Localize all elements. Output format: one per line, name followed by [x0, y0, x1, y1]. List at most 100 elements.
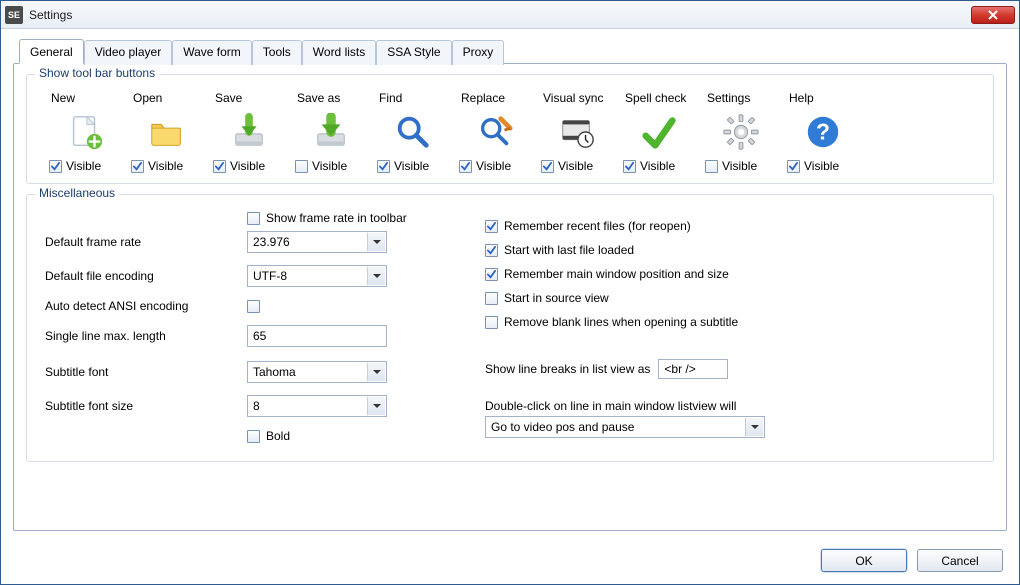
toolbar-label-open: Open [133, 91, 162, 105]
default-encoding-select[interactable]: UTF-8 [247, 265, 387, 287]
chevron-down-icon [367, 233, 385, 251]
auto-detect-ansi-label: Auto detect ANSI encoding [45, 299, 237, 313]
default-encoding-value: UTF-8 [253, 269, 287, 283]
toolbar-visible-check-save[interactable] [213, 160, 226, 173]
double-click-label: Double-click on line in main window list… [485, 399, 975, 413]
misc-right-column: Remember recent files (for reopen) Start… [485, 211, 975, 443]
folder-open-icon [146, 111, 188, 153]
toolbar-label-save: Save [215, 91, 242, 105]
bold-check[interactable] [247, 430, 260, 443]
toolbar-visible-check-settings[interactable] [705, 160, 718, 173]
toolbar-visible-label: Visible [558, 159, 593, 173]
remember-recent-label: Remember recent files (for reopen) [504, 219, 691, 233]
show-frame-rate-label: Show frame rate in toolbar [266, 211, 407, 225]
settings-window: SE Settings General Video player Wave fo… [0, 0, 1020, 585]
line-breaks-input[interactable] [658, 359, 728, 379]
toolbar-label-help: Help [789, 91, 814, 105]
line-breaks-label: Show line breaks in list view as [485, 362, 650, 376]
tab-proxy[interactable]: Proxy [452, 40, 505, 65]
toolbar-label-save-as: Save as [297, 91, 340, 105]
svg-text:?: ? [816, 119, 830, 145]
start-with-last-check[interactable] [485, 244, 498, 257]
misc-group: Miscellaneous Show frame rate in toolbar… [26, 194, 994, 462]
chevron-down-icon [745, 418, 763, 436]
tab-wave-form[interactable]: Wave form [172, 40, 252, 65]
toolbar-item-save-as: Save as Visible [295, 91, 367, 173]
auto-detect-ansi-check[interactable] [247, 300, 260, 313]
dialog-buttons: OK Cancel [1, 539, 1019, 584]
toolbar-visible-label: Visible [394, 159, 429, 173]
toolbar-visible-check-replace[interactable] [459, 160, 472, 173]
toolbar-visible-label: Visible [312, 159, 347, 173]
toolbar-visible-check-visual-sync[interactable] [541, 160, 554, 173]
chevron-down-icon [367, 363, 385, 381]
cancel-button[interactable]: Cancel [917, 549, 1003, 572]
tab-general[interactable]: General [19, 39, 84, 64]
remember-window-check[interactable] [485, 268, 498, 281]
toolbar-visible-check-help[interactable] [787, 160, 800, 173]
default-frame-rate-value: 23.976 [253, 235, 290, 249]
new-file-icon [64, 111, 106, 153]
gear-icon [720, 111, 762, 153]
subtitle-font-size-select[interactable]: 8 [247, 395, 387, 417]
toolbar-group: Show tool bar buttons New [26, 74, 994, 184]
default-encoding-label: Default file encoding [45, 269, 237, 283]
show-frame-rate-check[interactable] [247, 212, 260, 225]
toolbar-visible-label: Visible [66, 159, 101, 173]
misc-left-column: Show frame rate in toolbar Default frame… [45, 211, 445, 443]
chevron-down-icon [367, 397, 385, 415]
toolbar-visible-check-spell-check[interactable] [623, 160, 636, 173]
toolbar-icons-row: New Visible [39, 91, 981, 173]
misc-group-legend: Miscellaneous [35, 186, 119, 200]
subtitle-font-value: Tahoma [253, 365, 296, 379]
tab-word-lists[interactable]: Word lists [302, 40, 376, 65]
close-button[interactable] [971, 6, 1015, 24]
remove-blank-label: Remove blank lines when opening a subtit… [504, 315, 738, 329]
toolbar-item-open: Open Visible [131, 91, 203, 173]
save-icon [228, 111, 270, 153]
subtitle-font-size-value: 8 [253, 399, 260, 413]
toolbar-item-help: Help ? Visible [787, 91, 859, 173]
double-click-select[interactable]: Go to video pos and pause [485, 416, 765, 438]
toolbar-label-find: Find [379, 91, 402, 105]
misc-columns: Show frame rate in toolbar Default frame… [39, 211, 981, 443]
remember-recent-check[interactable] [485, 220, 498, 233]
start-with-last-label: Start with last file loaded [504, 243, 634, 257]
toolbar-item-new: New Visible [49, 91, 121, 173]
spell-check-icon [638, 111, 680, 153]
save-as-icon [310, 111, 352, 153]
toolbar-label-new: New [51, 91, 75, 105]
toolbar-item-visual-sync: Visual sync Visib [541, 91, 613, 173]
start-source-label: Start in source view [504, 291, 609, 305]
bold-label: Bold [266, 429, 290, 443]
start-source-check[interactable] [485, 292, 498, 305]
toolbar-visible-label: Visible [640, 159, 675, 173]
tab-ssa-style[interactable]: SSA Style [376, 40, 451, 65]
toolbar-visible-check-save-as[interactable] [295, 160, 308, 173]
toolbar-visible-check-open[interactable] [131, 160, 144, 173]
tab-tools[interactable]: Tools [252, 40, 302, 65]
toolbar-item-spell-check: Spell check Visible [623, 91, 695, 173]
toolbar-label-replace: Replace [461, 91, 505, 105]
window-title: Settings [29, 8, 971, 22]
close-icon [988, 10, 998, 20]
ok-button[interactable]: OK [821, 549, 907, 572]
single-line-max-input[interactable] [247, 325, 387, 347]
double-click-value: Go to video pos and pause [491, 420, 634, 434]
default-frame-rate-select[interactable]: 23.976 [247, 231, 387, 253]
tab-video-player[interactable]: Video player [84, 40, 173, 65]
subtitle-font-label: Subtitle font [45, 365, 237, 379]
toolbar-visible-label: Visible [722, 159, 757, 173]
toolbar-item-save: Save Visible [213, 91, 285, 173]
toolbar-visible-check-find[interactable] [377, 160, 390, 173]
subtitle-font-select[interactable]: Tahoma [247, 361, 387, 383]
toolbar-item-find: Find Visible [377, 91, 449, 173]
toolbar-visible-check-new[interactable] [49, 160, 62, 173]
help-icon: ? [802, 111, 844, 153]
find-icon [392, 111, 434, 153]
remove-blank-check[interactable] [485, 316, 498, 329]
toolbar-visible-label: Visible [804, 159, 839, 173]
chevron-down-icon [367, 267, 385, 285]
subtitle-font-size-label: Subtitle font size [45, 399, 237, 413]
tab-panel-general: Show tool bar buttons New [13, 63, 1007, 531]
